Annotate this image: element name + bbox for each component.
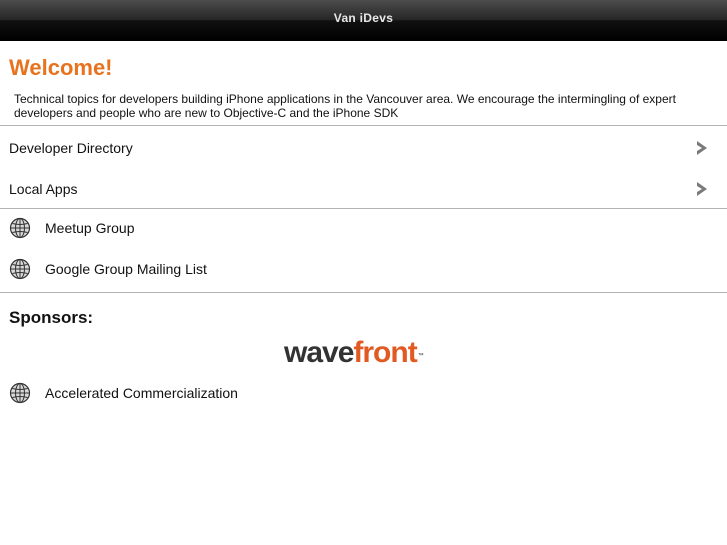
globe-icon [9, 217, 31, 239]
developer-directory-label: Developer Directory [9, 140, 133, 156]
local-apps-label: Local Apps [9, 181, 78, 197]
app-title: Van iDevs [333, 11, 394, 25]
google-group-row[interactable]: Google Group Mailing List [0, 249, 727, 289]
welcome-heading: Welcome! [9, 55, 113, 80]
intro-text: Technical topics for developers building… [14, 92, 676, 120]
logo-part-wave: wave [284, 336, 354, 369]
trademark-mark: ™ [417, 353, 424, 359]
accelerated-commercialization-label: Accelerated Commercialization [45, 385, 238, 401]
google-group-label: Google Group Mailing List [45, 261, 207, 277]
meetup-group-label: Meetup Group [45, 220, 135, 236]
divider [0, 292, 727, 293]
chevron-right-icon [697, 182, 707, 196]
meetup-group-row[interactable]: Meetup Group [0, 208, 727, 248]
accelerated-commercialization-row[interactable]: Accelerated Commercialization [0, 373, 727, 413]
logo-part-front: front [353, 336, 417, 369]
sponsors-heading: Sponsors: [9, 308, 94, 327]
globe-icon [9, 258, 31, 280]
title-bar: Van iDevs [0, 0, 727, 41]
globe-icon [9, 382, 31, 404]
local-apps-row[interactable]: Local Apps [0, 169, 727, 209]
chevron-right-icon [697, 141, 707, 155]
developer-directory-row[interactable]: Developer Directory [0, 128, 727, 168]
divider [0, 125, 727, 126]
wavefront-logo[interactable]: wavefront™ [284, 336, 424, 370]
